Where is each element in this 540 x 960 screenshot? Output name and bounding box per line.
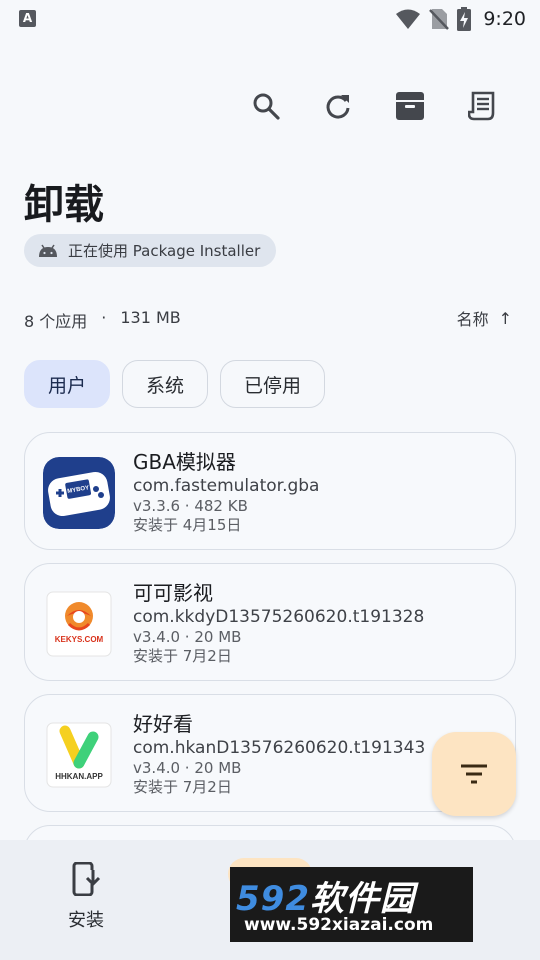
install-mobile-icon bbox=[72, 861, 101, 897]
installer-label: 正在使用 Package Installer bbox=[68, 242, 261, 260]
no-sim-icon bbox=[429, 9, 450, 30]
filter-chip-system[interactable]: 系统 bbox=[122, 360, 209, 408]
app-card-gba[interactable]: MYBOY GBA模拟器 com.fastemulator.gba v3.3.6… bbox=[24, 432, 516, 550]
filter-chips: 用户 系统 已停用 bbox=[24, 360, 326, 408]
receipt-icon bbox=[468, 91, 495, 121]
app-summary: 8 个应用 · 131 MB bbox=[24, 308, 181, 332]
app-install-date: 安装于 7月2日 bbox=[133, 778, 232, 796]
app-info: 可可影视 com.kkdyD13575260620.t191328 v3.4.0… bbox=[133, 580, 424, 666]
refresh-button[interactable] bbox=[302, 86, 374, 126]
sort-arrow-icon: ↑ bbox=[498, 308, 512, 328]
app-icon-hhkan-text: HHKAN.APP bbox=[55, 772, 103, 781]
filter-icon bbox=[461, 764, 487, 784]
nav-install-label: 安装 bbox=[68, 910, 104, 931]
app-icon-hhkan: HHKAN.APP bbox=[43, 719, 115, 791]
app-icon-kekys-text: KEKYS.COM bbox=[55, 635, 104, 644]
app-package: com.kkdyD13575260620.t191328 bbox=[133, 607, 425, 627]
status-icons: 9:20 bbox=[395, 6, 526, 32]
app-info: 好好看 com.hkanD13576260620.t191343 v3.4.0 … bbox=[133, 711, 425, 797]
watermark-logo: 592软件园 www.592xiazai.com bbox=[230, 867, 473, 942]
notification-icon: A bbox=[19, 10, 36, 27]
app-install-date: 安装于 4月15日 bbox=[133, 516, 242, 534]
watermark-title: 592软件园 bbox=[236, 871, 415, 920]
app-icon-kekys: KEKYS.COM bbox=[43, 588, 115, 660]
watermark-cn: 软件园 bbox=[309, 879, 415, 919]
nav-item-install[interactable]: 安装 bbox=[56, 861, 116, 932]
app-version: v3.4.0 · 20 MB bbox=[133, 759, 242, 777]
app-name: GBA模拟器 bbox=[133, 450, 236, 474]
app-name: 好好看 bbox=[133, 712, 193, 736]
installer-chip[interactable]: 正在使用 Package Installer bbox=[24, 234, 277, 267]
sort-button[interactable]: 名称 ↑ bbox=[457, 306, 512, 330]
app-icon-gba: MYBOY bbox=[43, 457, 115, 529]
search-button[interactable] bbox=[230, 86, 302, 126]
refresh-icon bbox=[326, 95, 350, 119]
summary-separator: · bbox=[101, 308, 107, 327]
archive-icon bbox=[396, 92, 424, 120]
top-toolbar bbox=[230, 86, 518, 126]
watermark-url: www.592xiazai.com bbox=[244, 915, 434, 935]
filter-fab[interactable] bbox=[432, 732, 516, 816]
app-version: v3.4.0 · 20 MB bbox=[133, 628, 242, 646]
filter-chip-user[interactable]: 用户 bbox=[24, 360, 111, 408]
battery-charging-icon bbox=[457, 7, 472, 31]
android-icon bbox=[39, 244, 57, 257]
app-install-date: 安装于 7月2日 bbox=[133, 647, 232, 665]
app-count: 8 个应用 bbox=[24, 312, 88, 331]
app-name: 可可影视 bbox=[133, 581, 213, 605]
wifi-icon bbox=[396, 9, 421, 29]
app-package: com.hkanD13576260620.t191343 bbox=[133, 738, 426, 758]
watermark-number: 592 bbox=[236, 879, 310, 919]
app-package: com.fastemulator.gba bbox=[133, 476, 320, 496]
total-size: 131 MB bbox=[120, 308, 181, 327]
app-version: v3.3.6 · 482 KB bbox=[133, 497, 248, 515]
status-bar: A 9:20 bbox=[0, 0, 540, 38]
app-info: GBA模拟器 com.fastemulator.gba v3.3.6 · 482… bbox=[133, 449, 319, 535]
history-button[interactable] bbox=[446, 86, 518, 126]
page-title: 卸载 bbox=[24, 182, 104, 228]
sort-label: 名称 bbox=[456, 310, 489, 329]
screen: A 9:20 卸载 正在使用 Package Installer 8 个应用 ·… bbox=[0, 0, 540, 960]
app-card-kekys[interactable]: KEKYS.COM 可可影视 com.kkdyD13575260620.t191… bbox=[24, 563, 516, 681]
filter-chip-disabled[interactable]: 已停用 bbox=[220, 360, 326, 408]
archive-button[interactable] bbox=[374, 86, 446, 126]
search-icon bbox=[253, 93, 280, 120]
clock: 9:20 bbox=[483, 8, 526, 30]
